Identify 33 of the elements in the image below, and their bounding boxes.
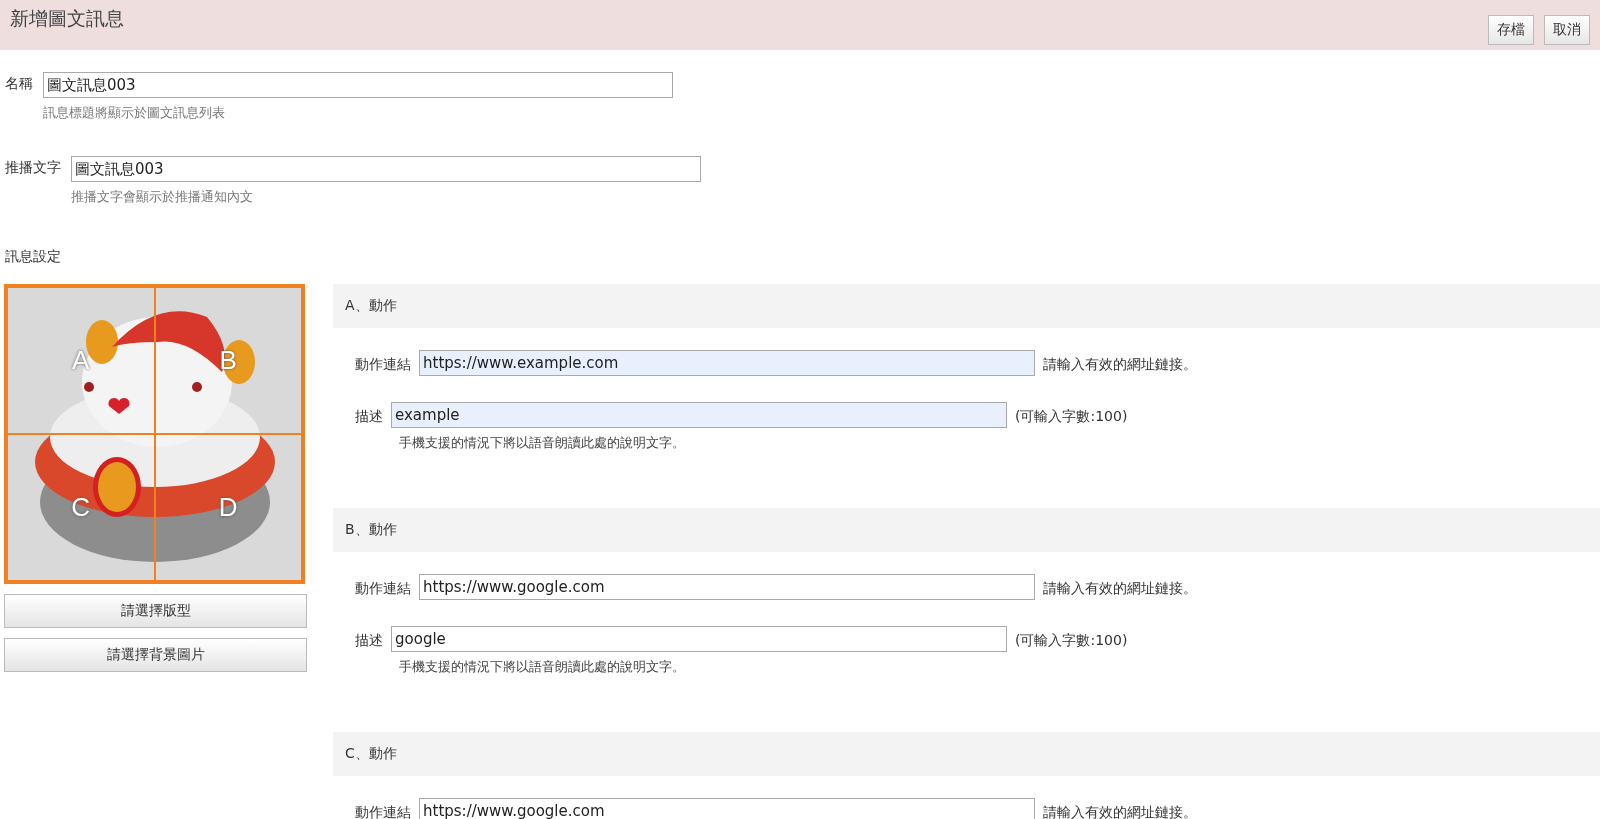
character-limit: (可輸入字數:100) bbox=[1015, 630, 1128, 650]
field-label: 動作連結 bbox=[355, 354, 411, 374]
section-header: C、動作 bbox=[333, 732, 1600, 776]
choose-background-button[interactable]: 請選擇背景圖片 bbox=[4, 638, 307, 672]
link-input-field[interactable]: https://www.google.com bbox=[419, 574, 1035, 600]
field-label: 動作連結 bbox=[355, 578, 411, 598]
field-hint: 請輸入有效的網址鏈接。 bbox=[1043, 354, 1197, 374]
field-hint: 訊息標題將顯示於圖文訊息列表 bbox=[43, 104, 226, 122]
input-field[interactable]: 圖文訊息003 bbox=[43, 72, 673, 98]
input-field[interactable]: 圖文訊息003 bbox=[71, 156, 701, 182]
field-label: 描述 bbox=[355, 630, 383, 650]
field-label: 描述 bbox=[355, 406, 383, 426]
field-label: 動作連結 bbox=[355, 802, 411, 819]
section-header: A、動作 bbox=[333, 284, 1600, 328]
link-input-field[interactable]: https://www.example.com bbox=[419, 350, 1035, 376]
field-note: 手機支援的情況下將以語音朗讀此處的說明文字。 bbox=[399, 658, 686, 676]
description-input-field[interactable]: google bbox=[391, 626, 1007, 652]
choose-layout-button[interactable]: 請選擇版型 bbox=[4, 594, 307, 628]
save-button[interactable]: 存檔 bbox=[1488, 15, 1534, 45]
link-input-field[interactable]: https://www.google.com bbox=[419, 798, 1035, 819]
field-hint: 請輸入有效的網址鏈接。 bbox=[1043, 802, 1197, 819]
section-header: B、動作 bbox=[333, 508, 1600, 552]
zone-label: B bbox=[218, 345, 238, 376]
description-input-field[interactable]: example bbox=[391, 402, 1007, 428]
cancel-button[interactable]: 取消 bbox=[1544, 15, 1590, 45]
field-label: 推播文字 bbox=[5, 158, 61, 177]
field-label: 名稱 bbox=[5, 74, 33, 93]
field-note: 手機支援的情況下將以語音朗讀此處的說明文字。 bbox=[399, 434, 686, 452]
page-title: 新增圖文訊息 bbox=[10, 6, 124, 31]
field-hint: 推播文字會顯示於推播通知內文 bbox=[71, 188, 254, 206]
field-hint: 請輸入有效的網址鏈接。 bbox=[1043, 578, 1197, 598]
character-limit: (可輸入字數:100) bbox=[1015, 406, 1128, 426]
section-title: 訊息設定 bbox=[5, 248, 62, 266]
